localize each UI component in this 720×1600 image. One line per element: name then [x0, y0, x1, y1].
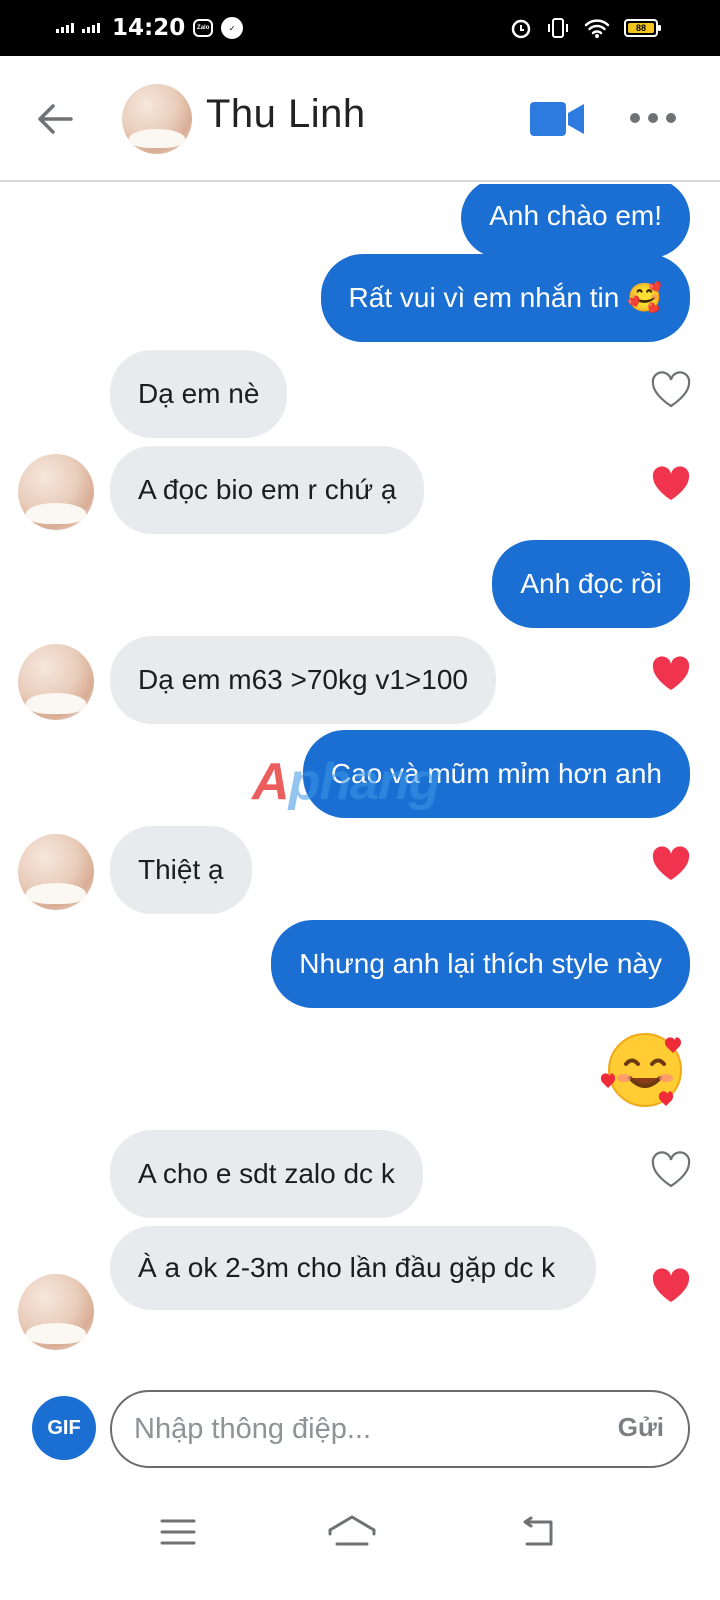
- emoji-message-smiling-hearts[interactable]: [600, 1026, 690, 1112]
- like-heart-icon-outline[interactable]: [650, 370, 692, 410]
- watermark-logo: Aphang: [252, 753, 441, 811]
- signal-icon-2: [82, 23, 100, 33]
- message-bubble-incoming[interactable]: Dạ em m63 >70kg v1>100: [110, 636, 496, 724]
- status-bar-right: 88: [510, 14, 661, 42]
- gif-button[interactable]: GIF: [32, 1396, 96, 1460]
- message-bubble-incoming[interactable]: Thiệt ạ: [110, 826, 252, 914]
- menu-nav-button[interactable]: [148, 1510, 208, 1554]
- contact-name[interactable]: Thu Linh: [206, 92, 366, 137]
- home-icon: [328, 1515, 376, 1546]
- like-heart-icon-filled[interactable]: [650, 464, 692, 504]
- status-time: 14:20: [112, 15, 186, 41]
- message-bubble-incoming[interactable]: A đọc bio em r chứ ạ: [110, 446, 425, 534]
- video-camera-icon: [530, 102, 584, 136]
- message-input-wrapper[interactable]: Gửi: [110, 1390, 690, 1468]
- signal-icon: [56, 23, 74, 33]
- contact-avatar-small[interactable]: [18, 454, 94, 530]
- message-bubble-incoming[interactable]: A cho e sdt zalo dc k: [110, 1130, 423, 1218]
- message-bubble-incoming[interactable]: Dạ em nè: [110, 350, 288, 438]
- zalo-notification-icon: Zalo: [193, 19, 214, 37]
- message-bubble-outgoing[interactable]: Anh đọc rồi: [492, 540, 690, 628]
- message-bubble-outgoing[interactable]: Anh chào em!: [461, 184, 690, 258]
- video-call-button[interactable]: [528, 100, 586, 138]
- message-bubble-outgoing[interactable]: Nhưng anh lại thích style này: [271, 920, 690, 1008]
- message-input[interactable]: [134, 1406, 584, 1452]
- check-notification-icon: ✓: [221, 17, 244, 39]
- status-bar: 14:20 Zalo ✓ 88: [0, 0, 720, 56]
- message-composer: GIF Gửi: [0, 1376, 720, 1486]
- like-heart-icon-outline[interactable]: [650, 1150, 692, 1190]
- send-button[interactable]: Gửi: [618, 1412, 664, 1443]
- contact-avatar-small[interactable]: [18, 834, 94, 910]
- like-heart-icon-filled[interactable]: [650, 654, 692, 694]
- back-arrow-icon: [38, 104, 73, 134]
- contact-avatar-small[interactable]: [18, 644, 94, 720]
- message-bubble-incoming[interactable]: À a ok 2-3m cho lần đầu gặp dc k: [110, 1226, 596, 1310]
- like-heart-icon-filled[interactable]: [650, 844, 692, 884]
- like-heart-icon-filled[interactable]: [650, 1266, 692, 1306]
- back-nav-icon: [523, 1516, 553, 1546]
- menu-icon: [160, 1519, 196, 1545]
- back-nav-button[interactable]: [508, 1510, 568, 1554]
- battery-icon: 88: [624, 19, 661, 37]
- contact-avatar[interactable]: [122, 84, 192, 154]
- message-list[interactable]: Anh chào em! Rất vui vì em nhắn tin 🥰 Dạ…: [0, 184, 720, 1376]
- chat-header: Thu Linh: [0, 56, 720, 182]
- battery-level: 88: [628, 23, 654, 33]
- back-button[interactable]: [30, 96, 80, 142]
- more-options-button[interactable]: [630, 106, 676, 130]
- home-nav-button[interactable]: [322, 1510, 382, 1554]
- contact-avatar-small[interactable]: [18, 1274, 94, 1350]
- status-bar-left: 14:20 Zalo ✓: [56, 14, 244, 42]
- message-bubble-outgoing[interactable]: Rất vui vì em nhắn tin 🥰: [320, 254, 690, 342]
- system-navigation-bar: [0, 1486, 720, 1600]
- vibrate-icon: [548, 18, 568, 38]
- alarm-icon: [511, 19, 531, 39]
- wifi-icon: [584, 19, 610, 38]
- smiling-face-with-hearts-icon: [600, 1033, 682, 1107]
